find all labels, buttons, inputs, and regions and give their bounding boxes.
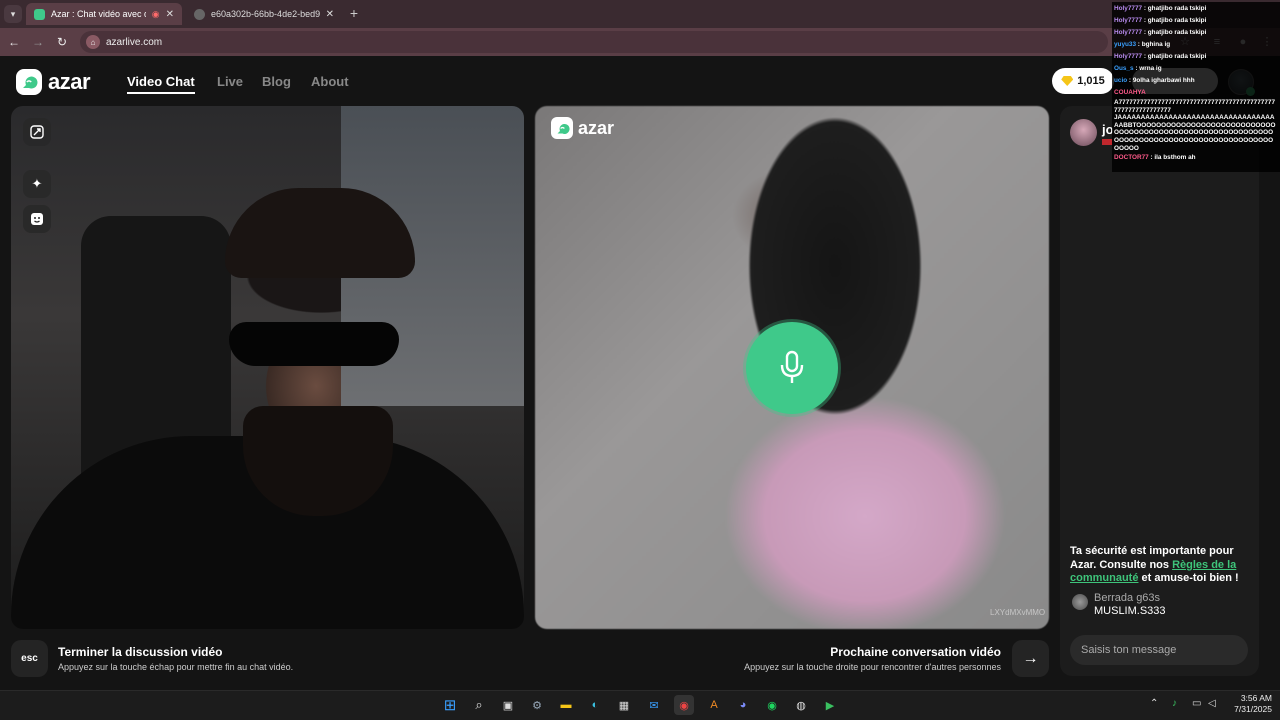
- microphone-button[interactable]: [746, 322, 838, 414]
- next-chat-hint: Appuyez sur la touche droite pour rencon…: [744, 662, 1001, 672]
- gems-count: 1,015: [1077, 75, 1105, 87]
- nav-live[interactable]: Live: [217, 74, 243, 89]
- browser-tab[interactable]: e60a302b-66bb-4de2-bed9-5b ✕: [186, 3, 342, 25]
- search-icon[interactable]: ⌕: [469, 695, 489, 715]
- stream-chat-line: Ous_s : wrna ig: [1114, 65, 1162, 72]
- stream-chat-line: Holy7777 : ghatjibo rada tskipi: [1114, 53, 1207, 60]
- tab-close-icon[interactable]: ✕: [166, 9, 174, 20]
- microphone-icon: [780, 350, 804, 383]
- app-a-icon[interactable]: A: [704, 695, 724, 715]
- peer-country-flag-icon: [1102, 139, 1112, 145]
- globe-favicon-icon: [194, 8, 205, 20]
- outlook-icon[interactable]: ✉: [644, 695, 664, 715]
- recording-icon: ◉: [151, 8, 160, 19]
- azar-favicon-icon: [34, 8, 45, 20]
- store-icon[interactable]: ▦: [614, 695, 634, 715]
- url-text: azarlive.com: [106, 36, 163, 48]
- settings-gear-icon[interactable]: ⚙: [527, 695, 547, 715]
- arrow-right-icon: →: [1022, 649, 1039, 667]
- expand-icon: [30, 125, 44, 139]
- clock-time: 3:56 AM: [1240, 693, 1272, 703]
- end-chat-title: Terminer la discussion vidéo: [58, 645, 223, 659]
- tab-search-icon[interactable]: ▾: [4, 5, 22, 23]
- back-arrow-icon[interactable]: ←: [6, 34, 22, 50]
- edge-browser-icon[interactable]: ◐: [585, 695, 605, 715]
- end-chat-hint: Appuyez sur la touche échap pour mettre …: [58, 662, 294, 672]
- self-video-feed: [11, 106, 524, 629]
- gem-icon: [1061, 76, 1074, 86]
- stream-chat-line: A777777777777777777777777777777777777777…: [1114, 99, 1275, 114]
- tab-close-icon[interactable]: ✕: [326, 9, 334, 20]
- chat-message-input[interactable]: [1070, 635, 1248, 665]
- tray-network-icon[interactable]: ▭: [1192, 698, 1201, 709]
- face-filter-button[interactable]: [23, 205, 51, 233]
- sparkle-icon: ✦: [31, 176, 43, 191]
- stream-chat-line: JAAAAAAAAAAAAAAAAAAAAAAAAAAAAAAAAAAAABBT…: [1114, 114, 1276, 152]
- task-view-icon[interactable]: ▣: [498, 695, 518, 715]
- spotify-icon[interactable]: ◉: [762, 695, 782, 715]
- url-field[interactable]: ⌂ azarlive.com: [80, 31, 1108, 53]
- browser-tab-active[interactable]: Azar : Chat vidéo avec de no ◉ ✕: [26, 3, 182, 25]
- stream-chat-line: ucio : 9olha igharbawi hhh: [1114, 77, 1195, 84]
- tray-overflow-icon[interactable]: ⌃: [1150, 698, 1158, 709]
- safety-text-end: et amuse-toi bien !: [1138, 572, 1239, 584]
- reload-icon[interactable]: ↻: [54, 34, 70, 50]
- azar-logo-icon: [551, 117, 573, 139]
- streaming-app-icon[interactable]: ▶: [820, 695, 840, 715]
- end-chat-button[interactable]: esc: [11, 640, 48, 677]
- logo-text: azar: [48, 69, 91, 94]
- next-chat-title: Prochaine conversation vidéo: [830, 645, 1001, 659]
- forward-arrow-icon[interactable]: →: [30, 34, 46, 50]
- nav-blog[interactable]: Blog: [262, 74, 291, 89]
- chrome-icon[interactable]: ◉: [674, 695, 694, 715]
- peer-avatar[interactable]: [1070, 119, 1097, 146]
- stream-chat-overlay: Holy7777 : ghatjibo rada tskipi Holy7777…: [1112, 2, 1280, 172]
- tray-volume-icon[interactable]: ◁: [1208, 698, 1216, 709]
- new-tab-button[interactable]: +: [346, 5, 362, 21]
- tab-title: e60a302b-66bb-4de2-bed9-5b: [211, 9, 320, 19]
- video-watermark: LXYdMXvMMO: [990, 608, 1046, 617]
- message-username: Berrada g63s: [1094, 592, 1161, 604]
- stream-chat-line: Holy7777 : ghatjibo rada tskipi: [1114, 17, 1207, 24]
- nav-video-chat[interactable]: Video Chat: [127, 74, 195, 94]
- tab-title: Azar : Chat vidéo avec de no: [51, 9, 146, 19]
- safety-notice: Ta sécurité est importante pour Azar. Co…: [1070, 545, 1254, 586]
- azar-logo[interactable]: azar: [16, 69, 91, 95]
- azar-logo-icon: [16, 69, 42, 95]
- logo-text: azar: [578, 117, 615, 138]
- tray-mic-icon[interactable]: ♪: [1172, 698, 1177, 709]
- site-info-icon[interactable]: ⌂: [86, 35, 100, 49]
- file-explorer-icon[interactable]: ▬: [556, 695, 576, 715]
- partner-video-logo: azar: [551, 117, 614, 139]
- effects-button[interactable]: ✦: [23, 170, 51, 198]
- windows-taskbar: [0, 690, 1280, 720]
- stream-chat-line: COUAHYA: [1114, 89, 1146, 96]
- message-text: MUSLIM.S333: [1094, 605, 1166, 617]
- chat-panel: [1060, 106, 1259, 676]
- face-icon: [31, 213, 43, 225]
- tray-clock[interactable]: 3:56 AM 7/31/2025: [1226, 693, 1272, 715]
- clock-date: 7/31/2025: [1234, 704, 1272, 714]
- stream-chat-line: yuyu33 : bghina ig: [1114, 41, 1171, 48]
- stream-chat-line: Holy7777 : ghatjibo rada tskipi: [1114, 5, 1207, 12]
- message-avatar: [1072, 594, 1088, 610]
- discord-icon[interactable]: ◕: [733, 695, 753, 715]
- nav-about[interactable]: About: [311, 74, 349, 89]
- windows-start-icon[interactable]: ⊞: [440, 695, 460, 715]
- expand-view-button[interactable]: [23, 118, 51, 146]
- obs-icon[interactable]: ◍: [791, 695, 811, 715]
- next-chat-button[interactable]: →: [1012, 640, 1049, 677]
- gems-balance-button[interactable]: 1,015: [1052, 68, 1114, 94]
- stream-chat-line: DOCTOR77 : ila bsthom ah: [1114, 154, 1196, 162]
- stream-chat-line: Holy7777 : ghatjibo rada tskipi: [1114, 29, 1207, 36]
- video-person-sunglasses: [229, 322, 399, 366]
